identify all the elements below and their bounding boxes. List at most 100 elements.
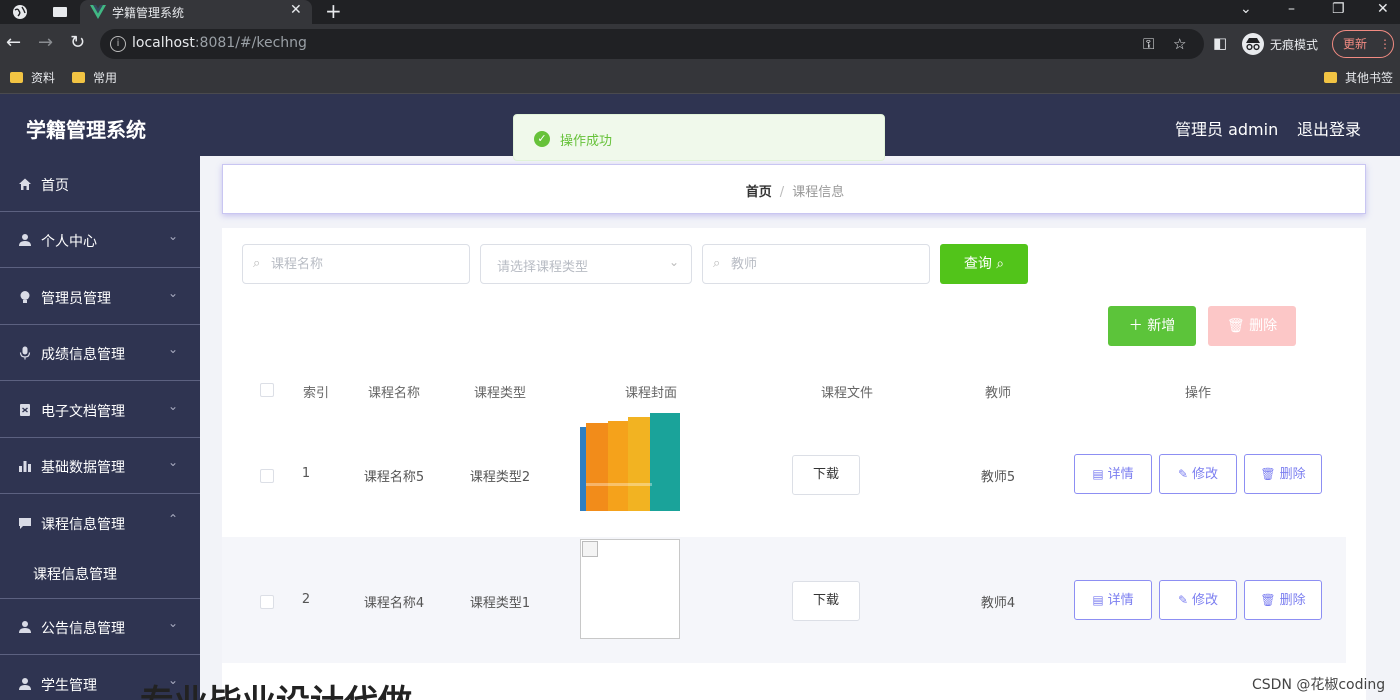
cell-teacher: 教师4 (980, 596, 1016, 611)
tab-title: 学籍管理系统 (112, 6, 185, 20)
sidebar-item-label: 学生管理 (41, 678, 97, 694)
select-all-checkbox[interactable] (260, 383, 274, 397)
bulb-icon (18, 290, 32, 304)
cell-course-name: 课程名称4 (363, 596, 425, 611)
browser-tab[interactable]: 学籍管理系统 ✕ (80, 0, 312, 24)
bar-chart-icon (18, 459, 32, 473)
delete-button[interactable]: 🗑 删除 (1244, 580, 1322, 620)
close-tab-icon[interactable]: ✕ (290, 2, 302, 18)
menu-dots-icon[interactable]: ⋮ (1379, 31, 1391, 57)
sidebar-item-label: 个人中心 (41, 234, 97, 250)
folder-icon (10, 72, 23, 83)
app-title: 学籍管理系统 (26, 118, 146, 142)
row-checkbox[interactable] (260, 595, 274, 609)
tab-search-icon[interactable] (52, 4, 68, 20)
browser-tab-strip: 学籍管理系统 ✕ + ⌄ – ❐ ✕ (0, 0, 1400, 24)
incognito-label: 无痕模式 (1270, 38, 1319, 52)
sidebar-item-label: 成绩信息管理 (41, 347, 125, 363)
sidebar-item-documents-management[interactable]: 电子文档管理 ⌄ (0, 382, 200, 438)
table-row: 2 课程名称4 课程类型1 下载 教师4 ▤ 详情 ✎ 修改 🗑 删除 (222, 537, 1346, 663)
download-button[interactable]: 下载 (792, 455, 860, 495)
cell-course-name: 课程名称5 (363, 470, 425, 485)
chevron-down-icon: ⌄ (168, 616, 179, 630)
incognito-icon[interactable] (1240, 32, 1266, 56)
side-panel-icon[interactable]: ◧ (1213, 34, 1227, 52)
chevron-down-icon: ⌄ (168, 342, 179, 356)
restore-icon[interactable]: ❐ (1332, 0, 1345, 18)
header-index: 索引 (302, 386, 330, 401)
bookmark-label: 其他书签 (1345, 71, 1394, 85)
site-info-icon[interactable]: i (110, 36, 126, 52)
other-bookmarks[interactable]: 其他书签 (1324, 70, 1393, 86)
course-name-field[interactable]: ⌕ (242, 244, 470, 284)
forward-icon[interactable]: → (38, 33, 53, 53)
course-cover-image (580, 413, 680, 511)
key-icon[interactable]: ⚿ (1143, 35, 1154, 53)
sidebar-subitem-course-info[interactable]: 课程信息管理 (0, 547, 200, 599)
sidebar-item-label: 课程信息管理 (41, 517, 125, 533)
check-circle-icon: ✓ (534, 131, 550, 147)
search-icon: ⌕ (253, 256, 261, 271)
bookmark-star-icon[interactable]: ☆ (1173, 35, 1186, 53)
url-text[interactable]: localhost:8081/#/kechng (132, 35, 307, 51)
batch-delete-button[interactable]: 🗑 删除 (1208, 306, 1296, 346)
teacher-field[interactable]: ⌕ (702, 244, 930, 284)
minimize-icon[interactable]: – (1288, 0, 1295, 18)
trash-icon: 🗑 (1260, 467, 1276, 481)
sidebar-item-home[interactable]: 首页 (0, 156, 200, 212)
folder-icon (72, 72, 85, 83)
address-bar[interactable]: i localhost:8081/#/kechng ⚿ ☆ (100, 29, 1204, 59)
new-tab-icon[interactable]: + (325, 0, 342, 22)
query-button[interactable]: 查询 ⌕ (940, 244, 1028, 284)
table-row: 1 课程名称5 课程类型2 下载 教师5 ▤ 详情 ✎ 修改 🗑 删除 (222, 411, 1346, 537)
sidebar-item-grades-management[interactable]: 成绩信息管理 ⌄ (0, 325, 200, 381)
row-checkbox[interactable] (260, 469, 274, 483)
back-icon[interactable]: ← (6, 33, 21, 53)
user-icon (18, 677, 32, 691)
sidebar: 首页 个人中心 ⌄ 管理员管理 ⌄ 成绩信息管理 ⌄ 电子文档管理 ⌄ 基础数据… (0, 156, 200, 700)
sidebar-item-personal-center[interactable]: 个人中心 ⌄ (0, 212, 200, 268)
update-button[interactable]: 更新 ⋮ (1332, 30, 1394, 58)
header-course-type: 课程类型 (473, 386, 527, 401)
sidebar-item-basic-data-management[interactable]: 基础数据管理 ⌄ (0, 438, 200, 494)
teacher-input[interactable] (731, 253, 911, 275)
breadcrumb-home[interactable]: 首页 (746, 185, 772, 200)
cell-course-type: 课程类型2 (469, 470, 531, 485)
bookmark-label: 资料 (31, 71, 56, 85)
logout-button[interactable]: 退出登录 (1297, 116, 1361, 140)
edit-button[interactable]: ✎ 修改 (1159, 454, 1237, 494)
breadcrumb-current: 课程信息 (792, 185, 845, 200)
sidebar-item-label: 管理员管理 (41, 291, 111, 307)
table-header: 索引 课程名称 课程类型 课程封面 课程文件 教师 操作 (222, 374, 1346, 406)
sidebar-item-notice-management[interactable]: 公告信息管理 ⌄ (0, 599, 200, 655)
detail-button[interactable]: ▤ 详情 (1074, 454, 1152, 494)
trash-icon: 🗑 (1226, 318, 1245, 334)
bookmarks-bar: 资料 常用 其他书签 (0, 64, 1400, 94)
add-button[interactable]: ＋ 新增 (1108, 306, 1196, 346)
sidebar-item-admin-management[interactable]: 管理员管理 ⌄ (0, 269, 200, 325)
detail-button[interactable]: ▤ 详情 (1074, 580, 1152, 620)
chevron-down-icon: ⌄ (168, 399, 179, 413)
reload-icon[interactable]: ↻ (70, 33, 85, 53)
cell-index: 2 (301, 592, 311, 607)
download-button[interactable]: 下载 (792, 581, 860, 621)
url-host: localhost (132, 35, 195, 51)
add-label: 新增 (1147, 318, 1176, 334)
header-course-cover: 课程封面 (624, 386, 678, 401)
course-type-placeholder: 请选择课程类型 (497, 260, 589, 275)
course-name-input[interactable] (271, 253, 451, 275)
bookmark-folder-common[interactable]: 常用 (72, 70, 117, 86)
edit-icon: ✎ (1177, 593, 1189, 607)
close-window-icon[interactable]: ✕ (1377, 0, 1389, 18)
sidebar-subitem-label: 课程信息管理 (33, 567, 117, 583)
trash-icon: 🗑 (1260, 593, 1276, 607)
globe-icon[interactable] (12, 4, 28, 20)
edit-button[interactable]: ✎ 修改 (1159, 580, 1237, 620)
bookmark-folder-docs[interactable]: 资料 (10, 70, 55, 86)
tab-list-icon[interactable]: ⌄ (1240, 0, 1252, 18)
bookmark-label: 常用 (93, 71, 118, 85)
course-type-select[interactable]: 请选择课程类型 ⌄ (480, 244, 692, 284)
sidebar-item-course-management[interactable]: 课程信息管理 ⌃ (0, 495, 200, 551)
delete-button[interactable]: 🗑 删除 (1244, 454, 1322, 494)
success-toast: ✓ 操作成功 (513, 114, 885, 161)
